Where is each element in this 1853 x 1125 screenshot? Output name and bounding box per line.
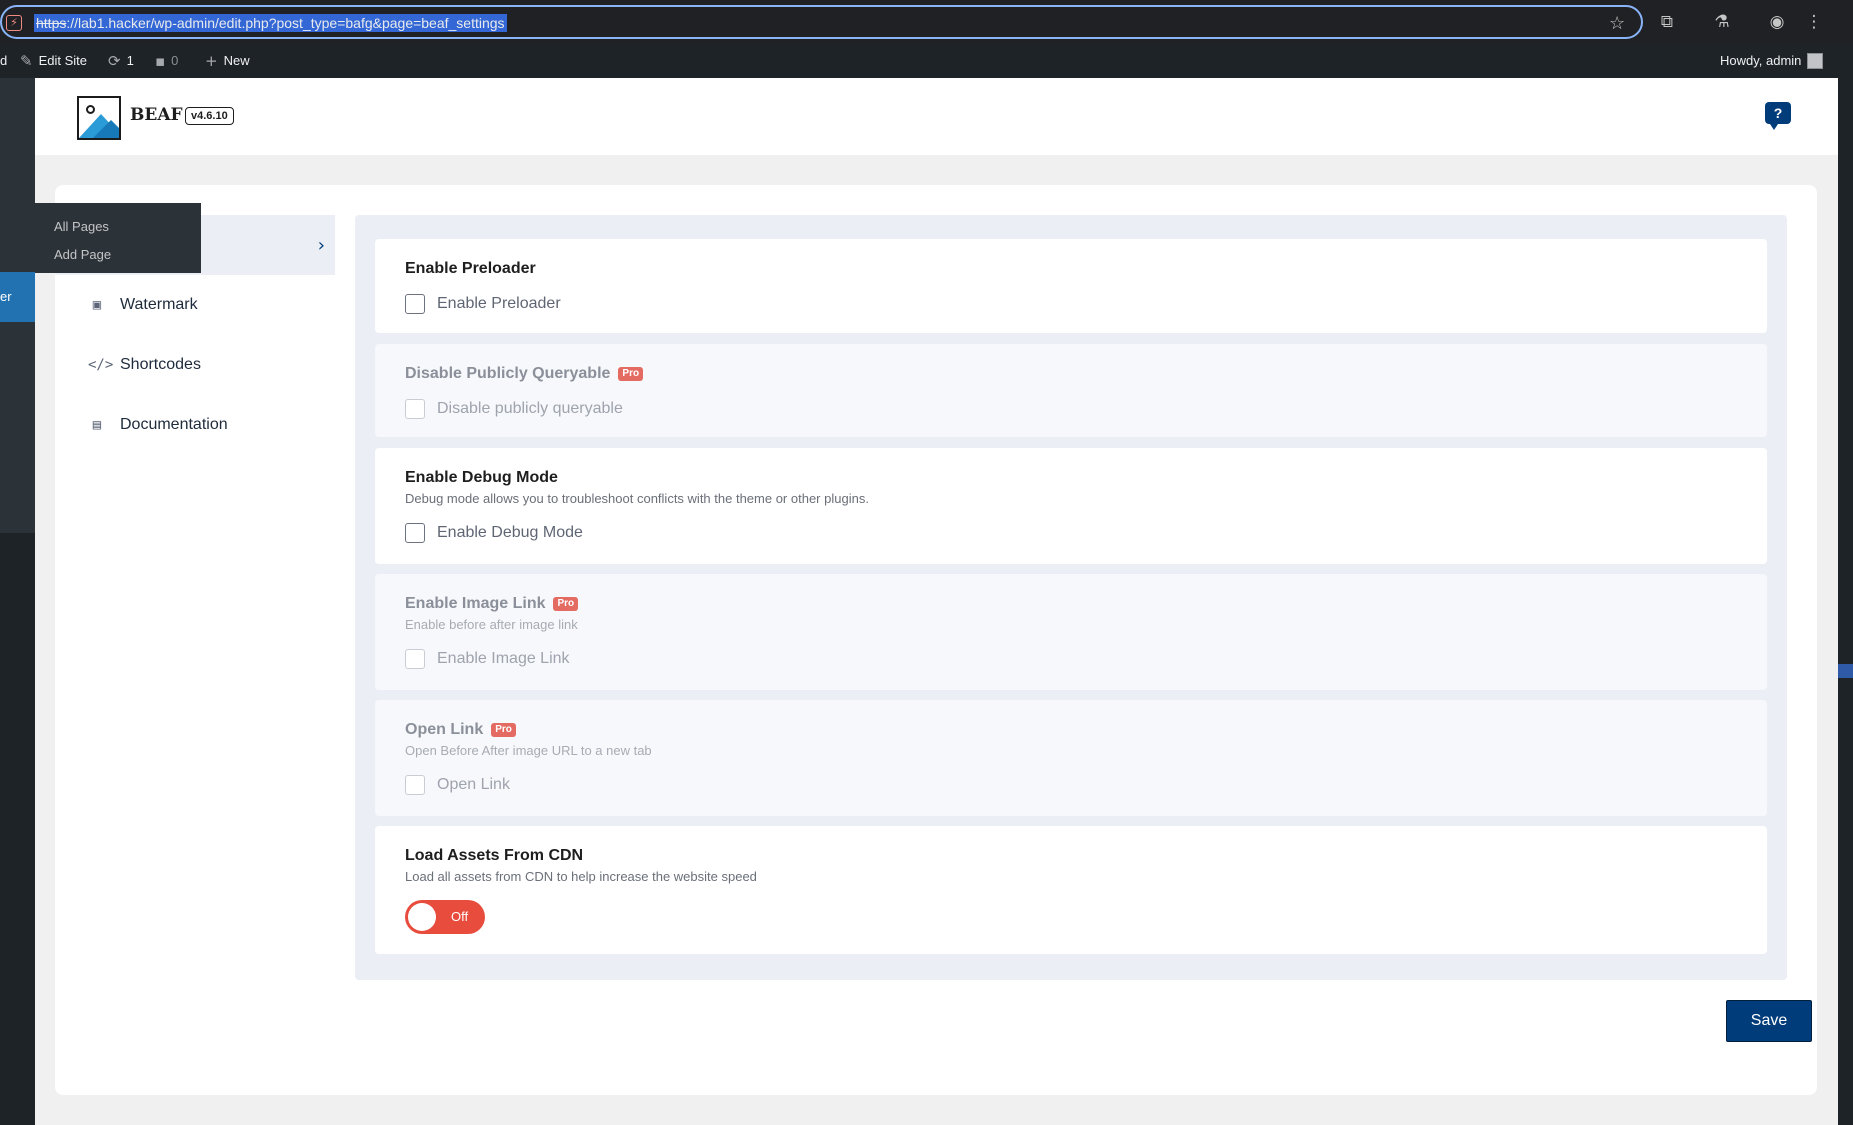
field-enable-preloader: Enable Preloader Enable Preloader [375,239,1767,333]
adminbar-site-fragment[interactable]: d [0,44,7,78]
field-title: Enable Preloader [405,260,536,277]
nav-item-watermark[interactable]: ▣ Watermark [55,275,335,335]
field-enable-debug-mode: Enable Debug Mode Debug mode allows you … [375,448,1767,564]
new-content-link[interactable]: + New [205,44,250,78]
field-description: Enable before after image link [405,617,578,632]
profile-icon[interactable]: ◉ [1766,11,1788,33]
pro-badge: Pro [491,723,516,737]
pro-badge: Pro [553,597,579,611]
labs-flask-icon[interactable]: ⚗ [1711,11,1733,33]
pages-flyout-menu: All Pages Add Page [27,203,201,273]
address-bar[interactable]: ⚡ https://lab1.hacker/wp-admin/edit.php?… [0,5,1643,39]
edit-site-link[interactable]: ✎ Edit Site [20,44,87,78]
url-text[interactable]: https://lab1.hacker/wp-admin/edit.php?po… [34,14,507,32]
field-open-link: Open Link Pro Open Before After image UR… [375,700,1767,816]
chevron-right-icon: › [317,235,325,256]
save-button[interactable]: Save [1726,1000,1812,1042]
my-account-link[interactable]: Howdy, admin [1720,44,1824,78]
wp-admin-bar: d ✎ Edit Site ⟳ 1 ▪ 0 + New Howdy, admin [0,44,1853,78]
help-icon[interactable]: ? [1765,102,1791,130]
checkbox-row[interactable]: Disable publicly queryable [405,398,1737,420]
background-window-edge [1838,78,1853,1125]
field-title: Disable Publicly Queryable Pro [405,364,1737,384]
field-description: Debug mode allows you to troubleshoot co… [405,491,869,506]
avatar [1807,53,1824,69]
queryable-checkbox[interactable] [405,399,425,419]
comments-link[interactable]: ▪ 0 [155,44,178,78]
checkbox-row[interactable]: Enable Image Link [405,648,1737,670]
plus-icon: + [205,52,218,70]
updates-link[interactable]: ⟳ 1 [108,44,134,78]
flyout-item-all-pages[interactable]: All Pages [35,213,201,241]
image-icon: ▣ [92,297,102,313]
extensions-icon[interactable]: ⧉ [1656,11,1678,33]
preloader-checkbox[interactable] [405,294,425,314]
highlight-line [1838,664,1853,678]
comment-icon: ▪ [155,52,166,70]
plugin-header: BEAF v4.6.10 ? [35,78,1838,155]
pro-badge: Pro [618,367,644,381]
browser-toolbar: ⚡ https://lab1.hacker/wp-admin/edit.php?… [0,0,1853,44]
field-load-assets-cdn: Load Assets From CDN Load all assets fro… [375,826,1767,954]
field-description: Load all assets from CDN to help increas… [405,869,757,884]
beaf-logo-icon [77,96,121,140]
wp-admin-menu [0,78,35,1125]
plugin-name: BEAF [130,105,183,125]
menu-item-current[interactable]: er [0,272,43,322]
checkbox-row[interactable]: Enable Preloader [405,293,1737,315]
checkbox-row[interactable]: Enable Debug Mode [405,522,1737,544]
brush-icon: ✎ [20,52,33,70]
flyout-pointer [27,218,35,234]
flyout-item-add-page[interactable]: Add Page [35,241,201,269]
field-title: Open Link Pro [405,720,1737,740]
checkbox-row[interactable]: Open Link [405,774,1737,796]
image-link-checkbox[interactable] [405,649,425,669]
cdn-toggle[interactable]: Off [405,900,485,934]
field-enable-image-link: Enable Image Link Pro Enable before afte… [375,574,1767,690]
page-content: BEAF v4.6.10 ? › ▣ Watermark </> Shortco… [35,78,1838,1125]
toggle-knob [408,903,436,931]
debug-checkbox[interactable] [405,523,425,543]
open-link-checkbox[interactable] [405,775,425,795]
version-badge: v4.6.10 [185,107,234,125]
code-icon: </> [88,357,114,373]
field-title: Enable Debug Mode [405,469,558,486]
document-icon: ▤ [92,417,102,433]
kebab-menu-icon[interactable]: ⋮ [1803,11,1825,33]
shield-warning-icon[interactable]: ⚡ [6,15,22,31]
nav-item-shortcodes[interactable]: </> Shortcodes [55,335,335,395]
refresh-icon: ⟳ [108,52,121,70]
nav-item-documentation[interactable]: ▤ Documentation [55,395,335,455]
field-title: Enable Image Link Pro [405,594,1737,614]
field-title: Load Assets From CDN [405,847,584,864]
settings-panel: Enable Preloader Enable Preloader Disabl… [355,215,1787,980]
settings-card: › ▣ Watermark </> Shortcodes ▤ Documenta… [55,185,1817,1095]
field-disable-publicly-queryable: Disable Publicly Queryable Pro Disable p… [375,344,1767,437]
star-icon[interactable]: ☆ [1609,15,1625,33]
field-description: Open Before After image URL to a new tab [405,743,652,758]
